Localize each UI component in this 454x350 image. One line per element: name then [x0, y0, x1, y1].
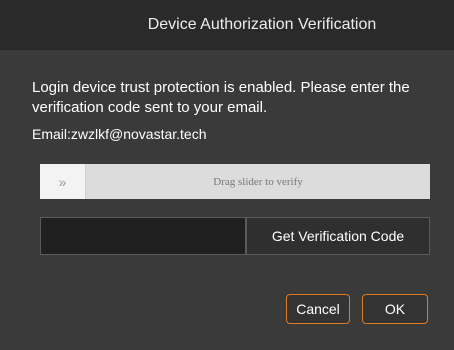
email-address: Email:zwzlkf@novastar.tech — [32, 126, 207, 142]
slider-hint-text: Drag slider to verify — [213, 175, 303, 188]
verify-slider-track[interactable]: » Drag slider to verify — [40, 164, 430, 199]
verification-code-input[interactable] — [40, 217, 246, 255]
dialog-title: Device Authorization Verification — [147, 16, 377, 33]
slider-handle[interactable]: » — [40, 164, 86, 199]
get-verification-code-button[interactable]: Get Verification Code — [246, 217, 430, 255]
dialog-body: Login device trust protection is enabled… — [0, 50, 454, 350]
ok-button[interactable]: OK — [362, 294, 428, 324]
dialog-titlebar: Device Authorization Verification — [0, 0, 454, 50]
trust-protection-message: Login device trust protection is enabled… — [32, 79, 410, 116]
cancel-button[interactable]: Cancel — [286, 294, 350, 324]
double-chevron-right-icon: » — [58, 173, 67, 190]
